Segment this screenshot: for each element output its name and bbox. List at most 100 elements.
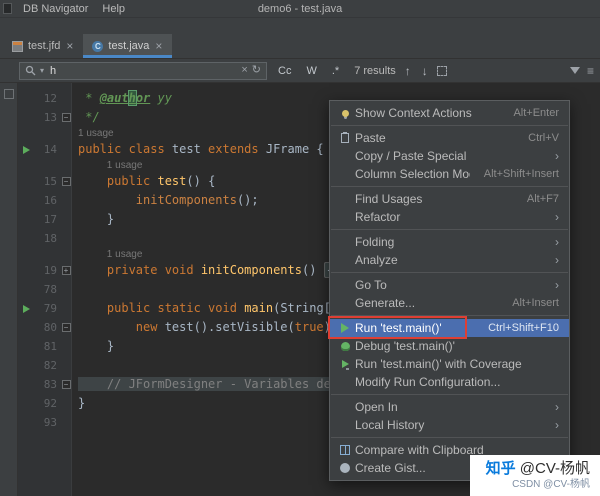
menu-icon-slot	[335, 463, 355, 473]
find-options-icon[interactable]: ≡	[587, 64, 594, 78]
search-history-caret-icon[interactable]: ▾	[40, 66, 44, 75]
context-menu-item-generate[interactable]: Generate... Alt+Insert	[330, 294, 569, 312]
usage-inlay-hint[interactable]: 1 usage	[78, 127, 114, 140]
context-menu-item-debug-test-main[interactable]: Debug 'test.main()'	[330, 337, 569, 355]
context-menu-item-run-test-main-with-coverage[interactable]: Run 'test.main()' with Coverage	[330, 355, 569, 373]
next-match-button[interactable]: ↓	[420, 64, 430, 78]
menu-item-label: Local History	[355, 418, 425, 432]
line-number: 92	[43, 397, 57, 410]
menu-separator	[331, 315, 568, 316]
tab-test-java[interactable]: Ctest.java ×	[83, 34, 173, 58]
code-token: test	[171, 142, 209, 156]
match-case-toggle[interactable]: Cc	[274, 64, 295, 78]
search-history-icon[interactable]: ↻	[252, 65, 261, 76]
line-number: 12	[43, 92, 57, 105]
gutter-marker-cell	[18, 229, 34, 248]
usage-inlay-hint[interactable]: 1 usage	[107, 159, 143, 172]
fold-cell: −	[60, 318, 72, 337]
code-token: public static void	[106, 301, 245, 315]
run-gutter-icon[interactable]	[22, 304, 30, 313]
close-tab-icon[interactable]: ×	[65, 40, 74, 52]
menubar-item-help[interactable]: Help	[95, 0, 132, 18]
select-all-occurrences-icon[interactable]	[436, 65, 447, 76]
tab-test-jfd[interactable]: test.jfd ×	[3, 34, 83, 58]
menu-icon-slot	[335, 360, 355, 368]
code-token: ()	[301, 263, 324, 277]
fold-cell	[60, 394, 72, 413]
form-file-icon	[12, 40, 23, 52]
line-number: 93	[43, 416, 57, 429]
fold-minus-icon[interactable]: −	[61, 177, 71, 186]
fold-minus-icon[interactable]: −	[61, 113, 71, 122]
code-token: initComponents	[135, 193, 237, 207]
filter-icon[interactable]	[569, 67, 580, 74]
regex-toggle[interactable]: .*	[328, 64, 343, 78]
tab-label: test.jfd	[28, 40, 61, 52]
fold-plus-icon[interactable]: +	[61, 266, 71, 275]
menu-item-label: Copy / Paste Special	[355, 149, 467, 163]
menu-icon-slot	[335, 109, 355, 117]
menu-item-label: Show Context Actions	[355, 106, 472, 120]
context-menu-item-show-context-actions[interactable]: Show Context Actions Alt+Enter	[330, 104, 569, 122]
menu-shortcut: Alt+Enter	[513, 107, 559, 119]
context-menu-item-refactor[interactable]: Refactor ›	[330, 208, 569, 226]
code-token: new	[135, 320, 165, 334]
context-menu-item-modify-run-configuration[interactable]: Modify Run Configuration...	[330, 373, 569, 391]
line-number: 16	[43, 194, 57, 207]
line-number: 82	[43, 359, 57, 372]
usage-inlay-hint[interactable]: 1 usage	[107, 248, 143, 261]
paste-icon	[341, 132, 349, 143]
fold-cell	[60, 356, 72, 375]
fold-minus-icon[interactable]: −	[61, 323, 71, 332]
context-menu-item-column-selection-mode[interactable]: Column Selection Mode Alt+Shift+Insert	[330, 165, 569, 183]
context-menu-item-analyze[interactable]: Analyze ›	[330, 251, 569, 269]
line-number: 79	[43, 302, 57, 315]
menu-icon-slot	[335, 445, 355, 455]
submenu-arrow-icon: ›	[555, 400, 559, 414]
line-number: 17	[43, 213, 57, 226]
gutter-marker-cell	[18, 356, 34, 375]
run-gutter-cell[interactable]	[18, 140, 34, 159]
search-input[interactable]	[48, 63, 238, 78]
fold-cell	[60, 413, 72, 432]
context-menu-item-run-test-main[interactable]: Run 'test.main()' Ctrl+Shift+F10	[328, 316, 569, 339]
context-menu: Show Context Actions Alt+Enter Paste Ctrl+V…	[328, 100, 570, 481]
clear-search-icon[interactable]: ×	[241, 65, 247, 76]
run-icon	[341, 323, 349, 333]
tool-window-button[interactable]	[3, 89, 14, 99]
menu-item-label: Paste	[355, 131, 386, 145]
run-gutter-cell[interactable]	[18, 299, 34, 318]
close-tab-icon[interactable]: ×	[154, 40, 163, 52]
menubar-item-db-navigator[interactable]: DB Navigator	[16, 0, 95, 18]
context-menu-item-open-in[interactable]: Open In ›	[330, 398, 569, 416]
menu-shortcut: Ctrl+Shift+F10	[488, 322, 559, 334]
menu-shortcut: Alt+Shift+Insert	[483, 168, 559, 180]
code-token: */	[78, 110, 100, 124]
watermark: 知乎 @CV-杨帆 CSDN @CV-杨帆	[469, 454, 600, 496]
fold-cell: +	[60, 261, 72, 280]
coverage-icon	[341, 360, 349, 368]
run-gutter-icon[interactable]	[22, 145, 30, 154]
code-token: }	[78, 212, 115, 226]
words-toggle[interactable]: W	[302, 64, 320, 78]
search-field[interactable]: ▾ × ↻	[19, 61, 267, 80]
context-menu-item-paste[interactable]: Paste Ctrl+V	[330, 129, 569, 147]
left-tool-window-bar	[0, 83, 18, 496]
fold-cell	[60, 89, 72, 108]
menu-separator	[331, 186, 568, 187]
context-menu-item-go-to[interactable]: Go To ›	[330, 276, 569, 294]
previous-match-button[interactable]: ↑	[403, 64, 413, 78]
context-menu-item-local-history[interactable]: Local History ›	[330, 416, 569, 434]
submenu-arrow-icon: ›	[555, 278, 559, 292]
context-menu-item-find-usages[interactable]: Find Usages Alt+F7	[330, 190, 569, 208]
fold-minus-icon[interactable]: −	[61, 380, 71, 389]
context-menu-item-folding[interactable]: Folding ›	[330, 233, 569, 251]
gutter-marker-cell	[18, 172, 34, 191]
fold-cell	[60, 337, 72, 356]
zhihu-logo: 知乎	[485, 459, 516, 477]
context-menu-item-copy-paste-special[interactable]: Copy / Paste Special ›	[330, 147, 569, 165]
code-token: }	[78, 339, 115, 353]
menu-icon-slot	[335, 132, 355, 143]
watermark-line1: 知乎 @CV-杨帆	[485, 459, 590, 477]
